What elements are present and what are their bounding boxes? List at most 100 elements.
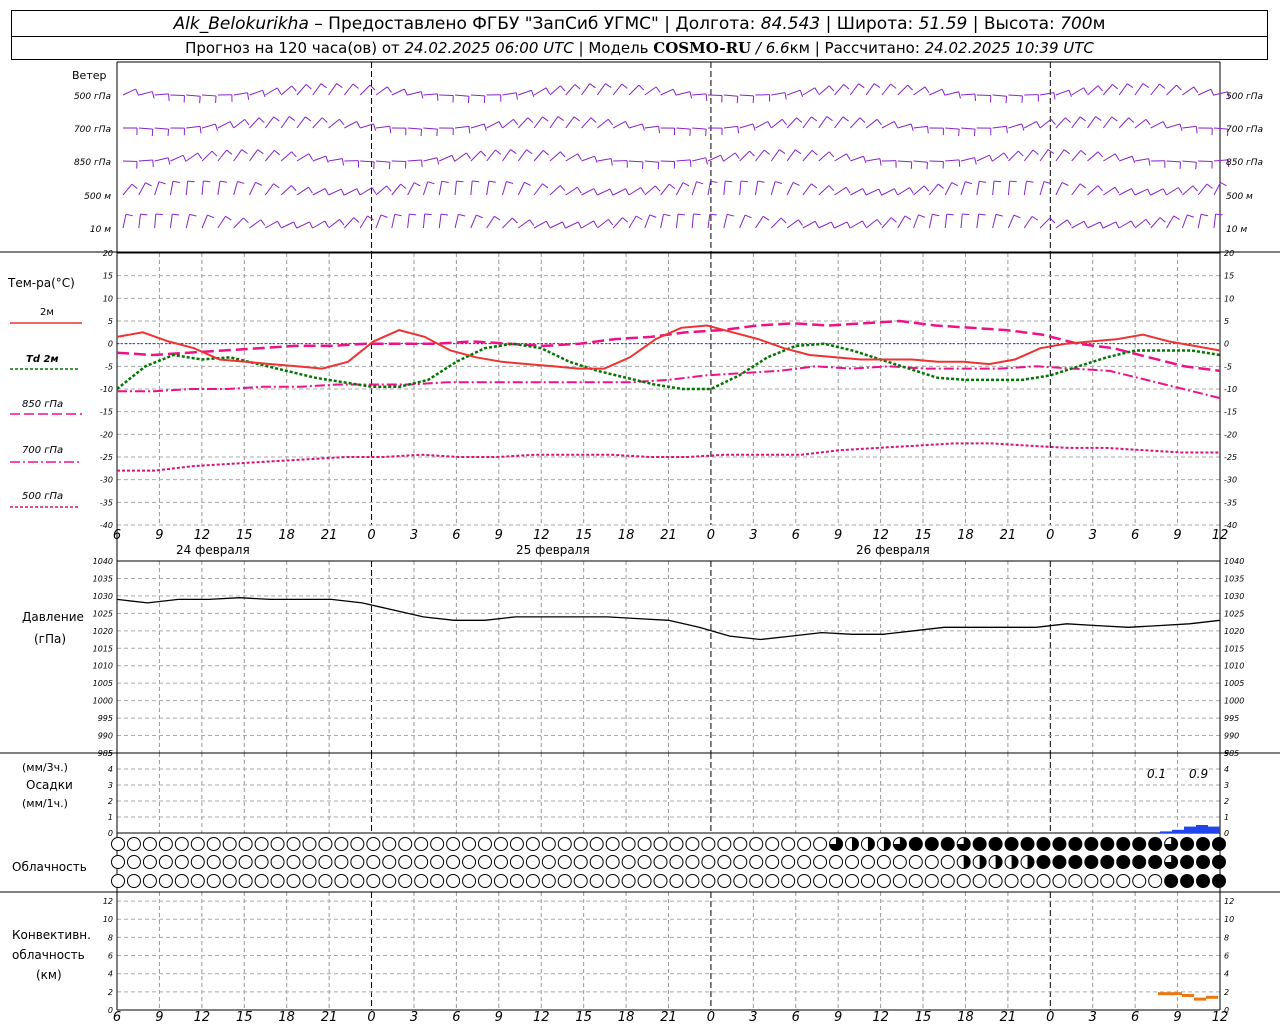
wind-barb <box>280 185 292 196</box>
wind-barb-flag <box>1099 221 1104 229</box>
wind-barb <box>1118 220 1132 229</box>
wind-barb-flag <box>689 159 692 167</box>
wind-barb <box>549 85 561 96</box>
wind-barb-flag <box>511 217 518 224</box>
x-tick-label: 6 <box>113 528 121 543</box>
wind-barb <box>264 183 275 196</box>
x-tick-label: 0 <box>707 528 715 543</box>
wind-barb <box>344 188 358 196</box>
wind-barb-flag <box>203 180 211 183</box>
wind-barb-flag <box>923 185 930 192</box>
wind-barb-flag <box>705 157 708 165</box>
wind-barb-flag <box>589 83 596 89</box>
wind-barb <box>470 150 482 162</box>
wind-barb-flag <box>590 117 597 123</box>
wind-barb-flag <box>305 84 312 90</box>
y-tick-label: 10 <box>1224 915 1234 924</box>
wind-barb-flag <box>151 91 155 99</box>
wind-barb <box>407 91 422 96</box>
wind-barb <box>1103 221 1117 229</box>
wind-barb <box>233 118 246 129</box>
x-tick-label: 6 <box>1131 528 1139 543</box>
cloud-circle <box>621 874 636 888</box>
cloud-circle <box>924 855 939 869</box>
wind-barb <box>1118 188 1132 196</box>
cloud-circle <box>478 837 492 851</box>
wind-barb <box>1071 116 1081 129</box>
wind-barb-flag <box>993 180 1002 183</box>
wind-barb <box>217 149 227 162</box>
wind-barb-flag <box>219 180 228 183</box>
cloud-circle <box>430 855 445 869</box>
wind-barb <box>707 154 721 162</box>
wind-barb-flag <box>276 87 282 95</box>
cloud-circle <box>717 855 732 869</box>
y-tick-label: 5 <box>1224 317 1229 326</box>
cloud-circle <box>765 874 780 888</box>
wind-barb <box>486 216 495 229</box>
x-tick-label: 6 <box>792 528 800 543</box>
cloud-circle <box>589 855 604 869</box>
wind-barb <box>201 150 213 162</box>
cloud-fill <box>1116 855 1130 869</box>
y-tick-label: 1010 <box>1224 662 1244 671</box>
cloud-circle <box>797 837 812 851</box>
cloud-fill <box>1212 855 1226 869</box>
wind-barb <box>770 217 782 229</box>
cloud-circle <box>605 837 620 851</box>
cloud-circle <box>382 837 397 851</box>
wind-barb <box>328 118 340 129</box>
wind-barb-flag <box>494 215 501 221</box>
cloud-circle <box>366 855 381 869</box>
y-tick-label: 0 <box>108 340 113 349</box>
wind-barb <box>802 220 816 229</box>
cloud-circle <box>589 874 604 888</box>
wind-barb-flag <box>796 117 803 123</box>
wind-barb <box>296 186 309 196</box>
wind-barb <box>359 84 371 96</box>
wind-barb-flag <box>1162 188 1167 196</box>
cloud-fill-partial <box>979 855 987 869</box>
wind-barb <box>928 214 933 229</box>
wind-barb <box>1055 182 1063 196</box>
wind-barb <box>423 93 438 96</box>
cloud-circle <box>430 837 445 851</box>
wind-barb-flag <box>1050 118 1056 126</box>
x-tick-label: 9 <box>834 1010 842 1024</box>
y-tick-label: 1025 <box>1224 609 1244 618</box>
cloud-circle <box>557 855 572 869</box>
wind-barb-flag <box>705 129 707 137</box>
wind-barb <box>343 83 354 96</box>
y-tick-label: 1010 <box>93 662 113 671</box>
y-tick-label: -10 <box>100 385 113 394</box>
wind-barb <box>786 117 797 129</box>
wind-barb-flag <box>255 181 263 186</box>
wind-barb <box>422 181 429 196</box>
cloud-circle <box>637 874 652 888</box>
wind-barb <box>1134 118 1147 129</box>
cloud-circle <box>653 855 668 869</box>
wind-barb <box>834 221 848 229</box>
wind-barb-flag <box>529 219 535 226</box>
x-tick-label: 15 <box>915 1010 932 1024</box>
cloud-circle <box>270 837 285 851</box>
x-tick-label: 21 <box>1000 1010 1017 1024</box>
legend-2m-label: 2м <box>40 307 54 318</box>
wind-barb <box>1182 86 1195 96</box>
wind-barb <box>897 84 909 96</box>
cloud-circle <box>366 874 381 888</box>
cloud-circle <box>446 837 461 851</box>
wind-barb <box>644 214 651 229</box>
wind-barb-flag <box>1173 215 1180 220</box>
wind-barb <box>470 181 473 196</box>
x-tick-label: 15 <box>915 528 932 543</box>
wind-barb <box>597 188 611 196</box>
y-tick-label: 1020 <box>1224 627 1244 636</box>
cloud-circle <box>525 837 540 851</box>
wind-barb <box>328 188 342 196</box>
wind-barb-flag <box>1145 219 1151 226</box>
wind-barb <box>154 214 157 229</box>
wind-barb <box>770 181 776 196</box>
y-tick-label: 1020 <box>93 627 113 636</box>
wind-barb-flag <box>1079 183 1087 189</box>
